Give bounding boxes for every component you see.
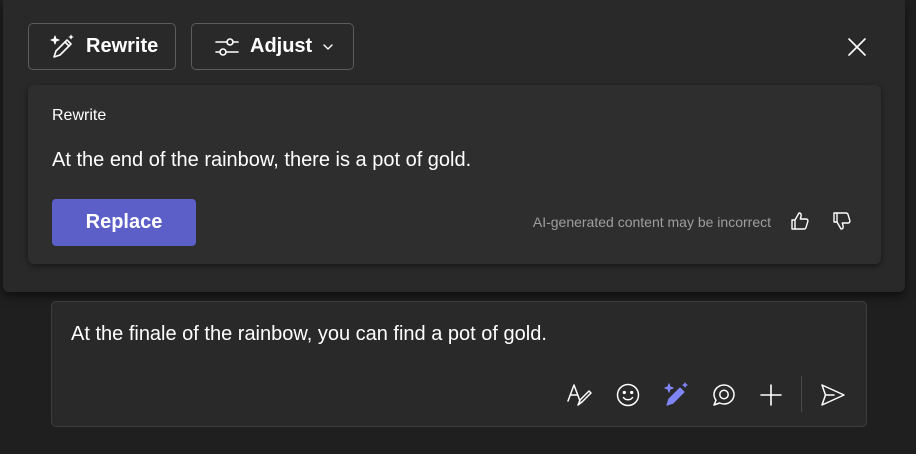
ai-disclaimer: AI-generated content may be incorrect xyxy=(532,214,771,230)
copilot-rewrite-panel: Rewrite Adjust Rewrite At the end of the… xyxy=(3,0,905,292)
add-icon[interactable] xyxy=(756,380,786,410)
toolbar-divider xyxy=(801,376,802,412)
send-icon[interactable] xyxy=(818,380,848,410)
chevron-down-icon xyxy=(322,41,334,53)
loop-icon[interactable] xyxy=(709,380,739,410)
emoji-icon[interactable] xyxy=(613,380,643,410)
rewrite-suggestion-card: Rewrite At the end of the rainbow, there… xyxy=(28,85,881,264)
sparkle-pen-icon xyxy=(48,33,76,61)
suggestion-text: At the end of the rainbow, there is a po… xyxy=(52,149,472,171)
thumbs-down-icon[interactable] xyxy=(829,208,855,234)
suggestion-title: Rewrite xyxy=(52,107,107,124)
close-icon[interactable] xyxy=(842,32,872,62)
rewrite-button[interactable]: Rewrite xyxy=(28,23,176,70)
replace-button[interactable]: Replace xyxy=(52,199,196,246)
format-text-icon[interactable] xyxy=(564,380,594,410)
copilot-rewrite-icon[interactable] xyxy=(661,380,691,410)
adjust-dropdown[interactable]: Adjust xyxy=(191,23,354,70)
thumbs-up-icon[interactable] xyxy=(787,208,813,234)
sliders-icon xyxy=(213,33,241,61)
adjust-button-label: Adjust xyxy=(250,35,313,57)
teams-compose-area: Rewrite Adjust Rewrite At the end of the… xyxy=(0,0,916,454)
message-compose-box[interactable]: At the finale of the rainbow, you can fi… xyxy=(51,301,867,427)
message-input[interactable]: At the finale of the rainbow, you can fi… xyxy=(71,323,547,346)
rewrite-button-label: Rewrite xyxy=(86,35,159,57)
